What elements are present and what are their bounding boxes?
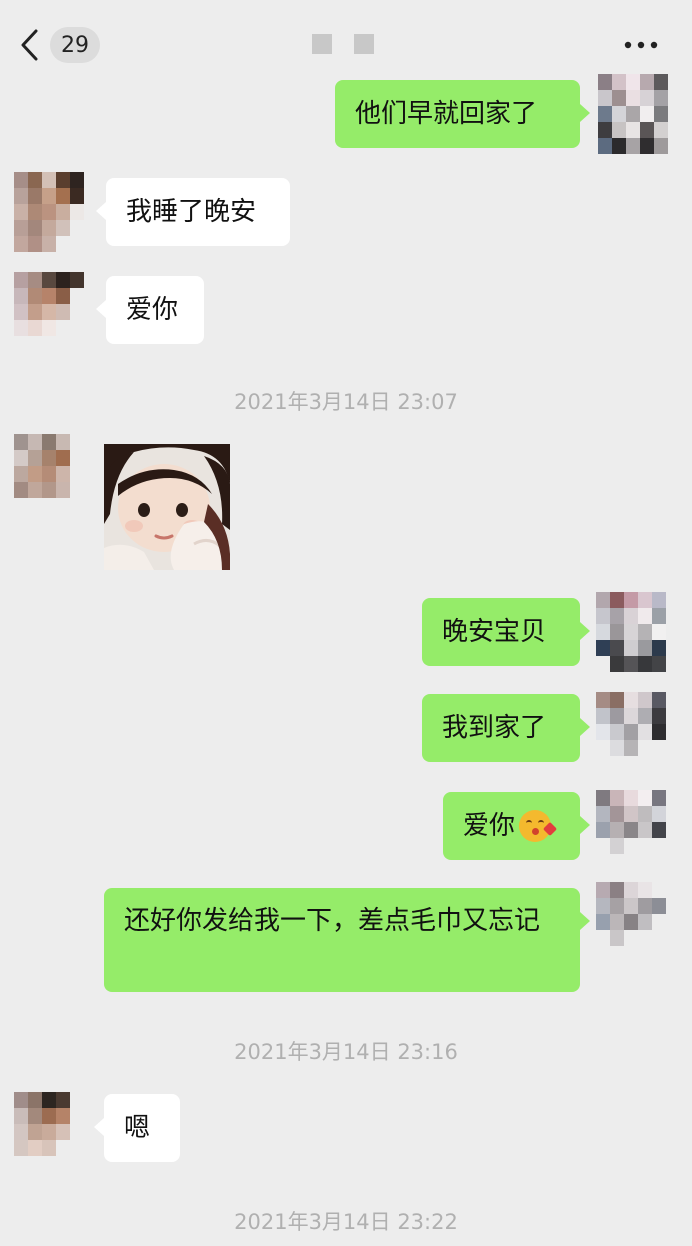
kiss-face-emoji-icon [519, 810, 558, 842]
chevron-left-icon [21, 29, 38, 61]
message-text: 我睡了晚安 [126, 197, 257, 227]
message-text: 爱你 [463, 811, 516, 841]
message-bubble-outgoing[interactable]: 晚安宝贝 [422, 598, 590, 666]
message-text: 爱你 [126, 295, 179, 325]
avatar[interactable] [596, 592, 666, 672]
timestamp: 2021年3月14日 23:07 [234, 390, 458, 414]
ellipsis-icon[interactable] [624, 40, 658, 50]
message-bubble-incoming[interactable]: 我睡了晚安 [96, 178, 290, 246]
message-text: 他们早就回家了 [355, 99, 538, 129]
avatar[interactable] [14, 434, 84, 514]
avatar[interactable] [14, 172, 84, 252]
message-text: 晚安宝贝 [442, 617, 547, 647]
avatar[interactable] [598, 74, 668, 154]
message-bubble-outgoing[interactable]: 爱你 [443, 792, 590, 860]
message-bubble-outgoing[interactable]: 他们早就回家了 [335, 80, 590, 148]
chat-title-masked [312, 34, 374, 54]
avatar[interactable] [596, 882, 666, 962]
image-message[interactable] [104, 444, 230, 570]
message-text: 我到家了 [442, 713, 547, 743]
message-text: 嗯 [124, 1113, 151, 1143]
message-text: 还好你发给我一下，差点毛巾又忘记 [124, 906, 541, 936]
message-bubble-incoming[interactable]: 嗯 [94, 1094, 180, 1162]
message-bubble-outgoing[interactable]: 还好你发给我一下，差点毛巾又忘记 [104, 888, 590, 992]
avatar[interactable] [596, 790, 666, 870]
chat-header: 29 [0, 0, 692, 84]
child-photo-icon [104, 444, 230, 570]
message-bubble-outgoing[interactable]: 我到家了 [422, 694, 590, 762]
avatar[interactable] [14, 272, 84, 352]
unread-count-badge: 29 [50, 27, 100, 63]
timestamp: 2021年3月14日 23:16 [234, 1040, 458, 1064]
back-button[interactable]: 29 [18, 26, 108, 64]
avatar[interactable] [596, 692, 666, 772]
message-bubble-incoming[interactable]: 爱你 [96, 276, 204, 344]
avatar[interactable] [14, 1092, 84, 1172]
timestamp: 2021年3月14日 23:22 [234, 1210, 458, 1234]
